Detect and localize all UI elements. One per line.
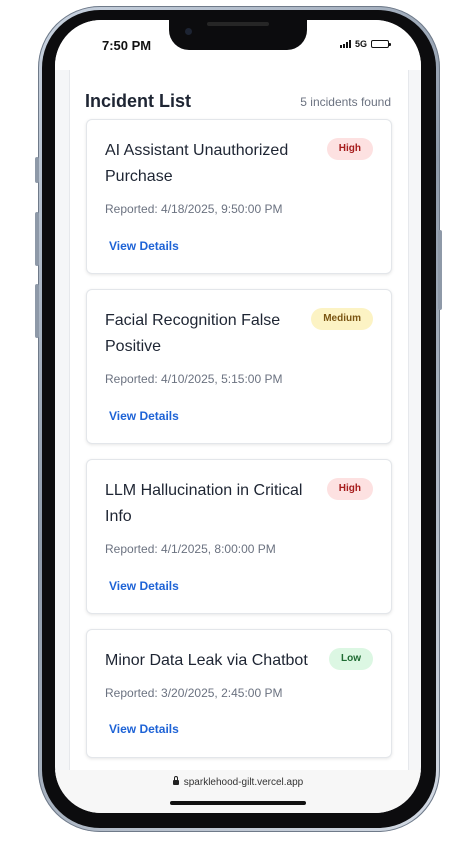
battery-icon xyxy=(371,40,391,48)
silent-switch xyxy=(35,157,39,183)
view-details-link[interactable]: View Details xyxy=(109,409,179,423)
incident-title: Minor Data Leak via Chatbot xyxy=(105,652,308,669)
incident-card[interactable]: Facial Recognition False Positive Medium … xyxy=(86,289,392,444)
incident-title: AI Assistant Unauthorized Purchase xyxy=(105,142,289,185)
phone-screen: 7:50 PM 5G Incident List 5 incidents fou… xyxy=(55,20,421,813)
status-bar: 7:50 PM 5G xyxy=(55,20,421,70)
reported-date: Reported: 4/18/2025, 9:50:00 PM xyxy=(105,202,283,216)
status-time: 7:50 PM xyxy=(102,38,152,53)
network-type: 5G xyxy=(354,39,367,49)
browser-address-bar[interactable]: sparklehood-gilt.vercel.app xyxy=(55,770,421,813)
speaker-grille xyxy=(207,22,269,26)
volume-up-button xyxy=(35,212,39,266)
notch xyxy=(169,20,307,50)
view-details-link[interactable]: View Details xyxy=(109,239,179,253)
page-title: Incident List xyxy=(85,91,192,111)
volume-down-button xyxy=(35,284,39,338)
incident-title: Facial Recognition False Positive xyxy=(105,312,281,355)
severity-badge: Low xyxy=(329,648,373,670)
lock-icon xyxy=(172,776,179,785)
signal-icon xyxy=(339,40,351,48)
severity-badge: Medium xyxy=(311,308,373,330)
reported-date: Reported: 3/20/2025, 2:45:00 PM xyxy=(105,686,283,700)
home-indicator[interactable] xyxy=(170,801,306,805)
url-text: sparklehood-gilt.vercel.app xyxy=(183,777,304,788)
incident-count: 5 incidents found xyxy=(300,95,391,109)
list-header: Incident List 5 incidents found xyxy=(85,92,391,122)
front-camera-icon xyxy=(185,28,192,35)
reported-date: Reported: 4/10/2025, 5:15:00 PM xyxy=(105,372,283,386)
incident-card[interactable]: AI Assistant Unauthorized Purchase High R… xyxy=(86,119,392,274)
severity-badge: High xyxy=(326,138,373,160)
severity-badge: High xyxy=(326,478,373,500)
power-button xyxy=(438,230,442,310)
incident-list-panel[interactable]: Incident List 5 incidents found AI Assis… xyxy=(69,70,409,770)
incident-card[interactable]: LLM Hallucination in Critical Info High R… xyxy=(86,459,392,614)
view-details-link[interactable]: View Details xyxy=(109,722,179,736)
url-display: sparklehood-gilt.vercel.app xyxy=(55,776,421,788)
incident-title: LLM Hallucination in Critical Info xyxy=(105,482,303,525)
incident-card[interactable]: Minor Data Leak via Chatbot Low Reported… xyxy=(86,629,392,758)
status-indicators: 5G xyxy=(339,39,391,49)
reported-date: Reported: 4/1/2025, 8:00:00 PM xyxy=(105,542,276,556)
view-details-link[interactable]: View Details xyxy=(109,579,179,593)
